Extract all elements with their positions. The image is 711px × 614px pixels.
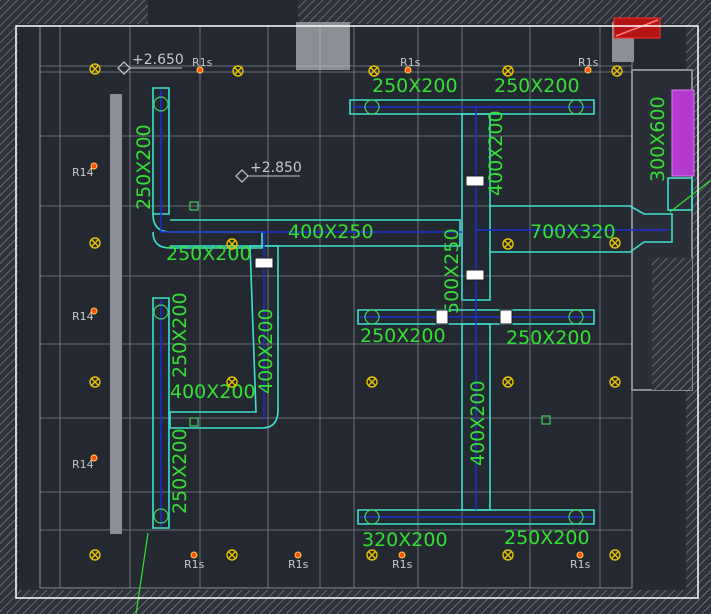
duct-size-label: 250X200 — [360, 325, 446, 347]
duct-size-label: 400X250 — [288, 221, 374, 243]
duct-size-label: 320X200 — [362, 529, 448, 551]
shaft-core — [652, 258, 692, 390]
duct-size-label: 250X200 — [169, 292, 191, 378]
sprinkler-icon — [196, 66, 204, 74]
room-tag: R14 — [72, 310, 94, 323]
room-tag: R1s — [570, 558, 591, 571]
duct-size-label: 250X200 — [372, 75, 458, 97]
sprinkler-icon — [398, 551, 406, 559]
duct-size-label: 250X200 — [133, 124, 155, 210]
room-tag: R1s — [288, 558, 309, 571]
sprinkler-icon — [576, 551, 584, 559]
damper-icon — [465, 269, 485, 281]
damper-icon — [465, 175, 485, 187]
duct-size-label: 400X200 — [467, 380, 489, 466]
ceiling-level-label: +2.650 — [132, 52, 184, 68]
sprinkler-icon — [294, 551, 302, 559]
room-tag: R1s — [392, 558, 413, 571]
cad-drawing-canvas[interactable]: 250X200 250X200 250X200 400X250 250X200 … — [0, 0, 711, 614]
duct-size-label: 400X200 — [170, 381, 256, 403]
column-top-center — [296, 22, 350, 70]
duct-size-label: 700X320 — [530, 221, 616, 243]
room-tag: R14 — [72, 166, 94, 179]
light-trough — [110, 94, 122, 534]
duct-size-label: 250X200 — [166, 243, 252, 265]
duct-size-label: 400X200 — [485, 110, 507, 196]
sprinkler-icon — [90, 307, 98, 315]
riser-equipment — [671, 89, 695, 177]
sprinkler-icon — [190, 551, 198, 559]
damper-icon — [435, 309, 449, 325]
sprinkler-icon — [584, 66, 592, 74]
duct-size-label: 250X200 — [169, 428, 191, 514]
damper-icon — [499, 309, 513, 325]
sprinkler-icon — [90, 162, 98, 170]
top-wall — [0, 0, 711, 24]
room-tag: R14 — [72, 458, 94, 471]
room-tag: R1s — [400, 56, 421, 69]
duct-size-label: 250X200 — [504, 527, 590, 549]
sprinkler-icon — [90, 454, 98, 462]
room-tag: R1s — [192, 56, 213, 69]
top-wall-gap — [148, 0, 298, 24]
duct-size-label: 300X600 — [647, 96, 669, 182]
drawing-background — [0, 0, 711, 614]
duct-size-label: 250X200 — [506, 327, 592, 349]
sprinkler-icon — [404, 66, 412, 74]
damper-icon — [254, 257, 274, 269]
ceiling-level-label: +2.850 — [250, 160, 302, 176]
duct-size-label: 400X200 — [255, 308, 277, 394]
duct-size-label: 250X200 — [494, 75, 580, 97]
room-tag: R1s — [184, 558, 205, 571]
bottom-wall — [0, 590, 711, 614]
duct-size-label: 500X250 — [441, 228, 463, 314]
